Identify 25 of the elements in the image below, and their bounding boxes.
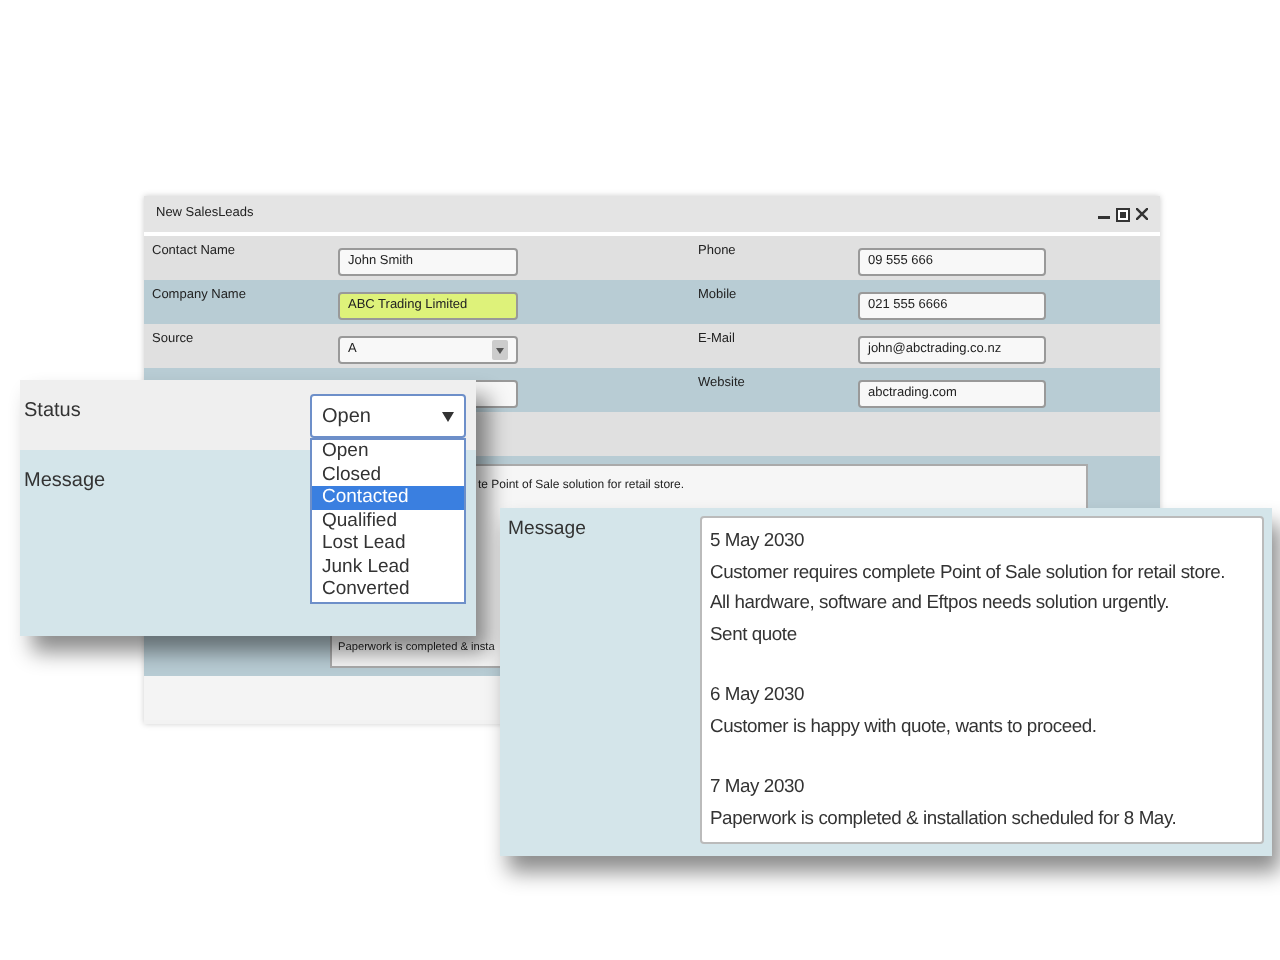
dropdown-option[interactable]: Closed [312,463,464,486]
message-line: Customer is happy with quote, wants to proceed. [710,711,1099,740]
field-label: Status [24,400,81,422]
message-line: Customer requires complete Point of Sale solution for retail store. [710,557,1228,586]
dropdown-option[interactable]: Converted [312,578,464,601]
dropdown-option[interactable]: Junk Lead [312,555,464,578]
message-line: Sent quote [710,619,799,648]
maximize-icon[interactable] [1116,207,1130,221]
field-label: Message [24,470,106,492]
dropdown-arrow-icon [442,411,454,421]
field-label: Message [508,518,586,540]
dropdown-option[interactable]: Qualified [312,509,464,532]
close-icon[interactable] [1136,208,1148,220]
message-date: 5 May 2030 [710,526,806,554]
message-date: 7 May 2030 [710,772,806,800]
dropdown-option[interactable]: Open [312,440,464,463]
message-line: All hardware, software and Eftpos needs solution urgently. [710,588,1172,616]
dropdown-button[interactable] [492,340,508,360]
message-field[interactable] [700,516,1264,844]
dropdown-option[interactable]: Lost Lead [312,532,464,555]
status-select[interactable]: Open [310,394,466,438]
message-date: 6 May 2030 [710,680,806,708]
message-line: Paperwork is completed & installation scheduled for 8 May. [710,803,1179,832]
dropdown-arrow-icon [496,347,504,353]
dropdown-option[interactable]: Contacted [312,486,464,509]
